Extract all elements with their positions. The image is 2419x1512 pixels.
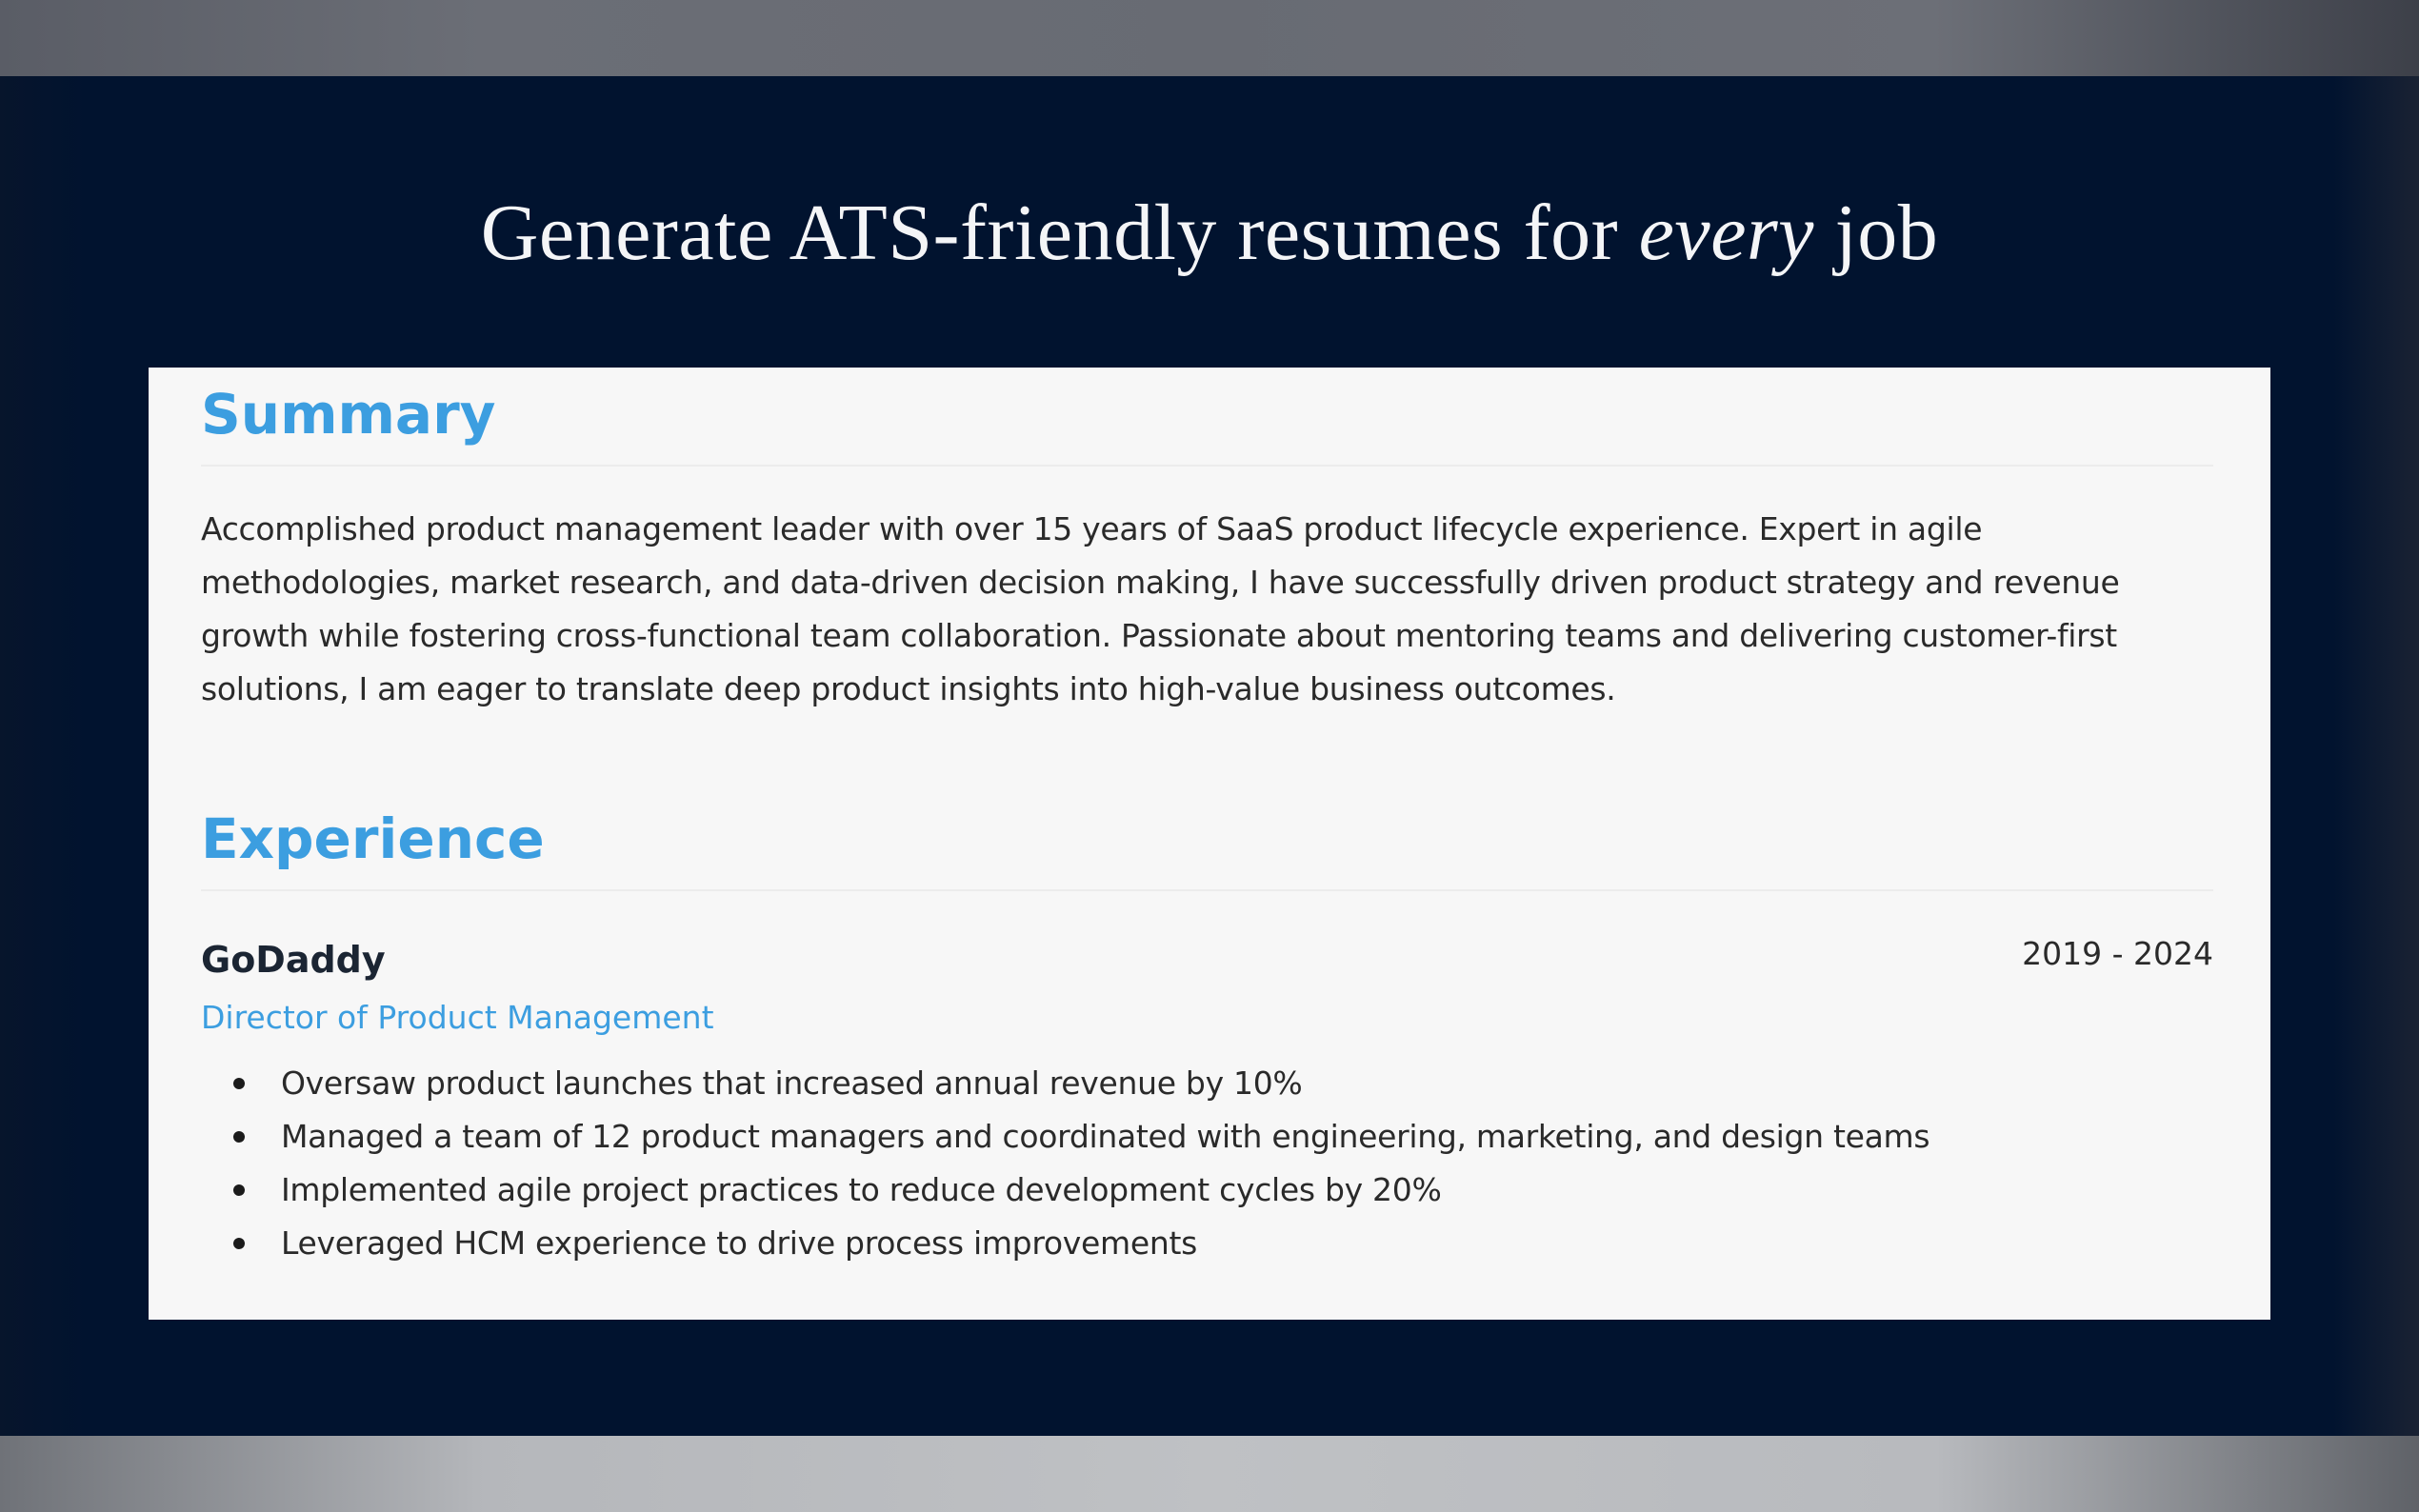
resume-preview-card: Summary Accomplished product management … (149, 368, 2270, 1320)
list-item: Managed a team of 12 product managers an… (233, 1110, 2213, 1164)
bullet-dot-icon (233, 1078, 245, 1089)
job-dates: 2019 - 2024 (2022, 935, 2213, 972)
bullet-text: Leveraged HCM experience to drive proces… (281, 1224, 1197, 1262)
bullet-text: Managed a team of 12 product managers an… (281, 1118, 1930, 1155)
experience-section: Experience GoDaddy 2019 - 2024 Director … (201, 806, 2213, 1270)
job-bullets: Oversaw product launches that increased … (201, 1057, 2213, 1270)
summary-text: Accomplished product management leader w… (201, 510, 2120, 707)
job-title: Director of Product Management (201, 999, 714, 1036)
list-item: Leveraged HCM experience to drive proces… (233, 1217, 2213, 1270)
headline-prefix: Generate ATS-friendly resumes for (480, 189, 1639, 277)
bullet-dot-icon (233, 1238, 245, 1249)
job-entry: GoDaddy 2019 - 2024 Director of Product … (201, 933, 2213, 1270)
bullet-text: Implemented agile project practices to r… (281, 1171, 1442, 1208)
window-top-bar (0, 0, 2419, 76)
bullet-text: Oversaw product launches that increased … (281, 1064, 1303, 1102)
bullet-dot-icon (233, 1184, 245, 1196)
summary-section: Summary Accomplished product management … (201, 368, 2213, 716)
headline-suffix: job (1813, 189, 1939, 277)
list-item: Implemented agile project practices to r… (233, 1164, 2213, 1217)
page-headline: Generate ATS-friendly resumes for every … (0, 181, 2419, 286)
job-header: GoDaddy 2019 - 2024 (201, 933, 2213, 986)
list-item: Oversaw product launches that increased … (233, 1057, 2213, 1110)
company-name: GoDaddy (201, 939, 386, 981)
summary-divider (201, 465, 2213, 467)
bullet-dot-icon (233, 1131, 245, 1143)
summary-heading: Summary (201, 382, 496, 447)
headline-emphasis: every (1638, 189, 1814, 277)
window-bottom-bar (0, 1436, 2419, 1512)
experience-heading: Experience (201, 806, 545, 871)
experience-divider (201, 889, 2213, 891)
